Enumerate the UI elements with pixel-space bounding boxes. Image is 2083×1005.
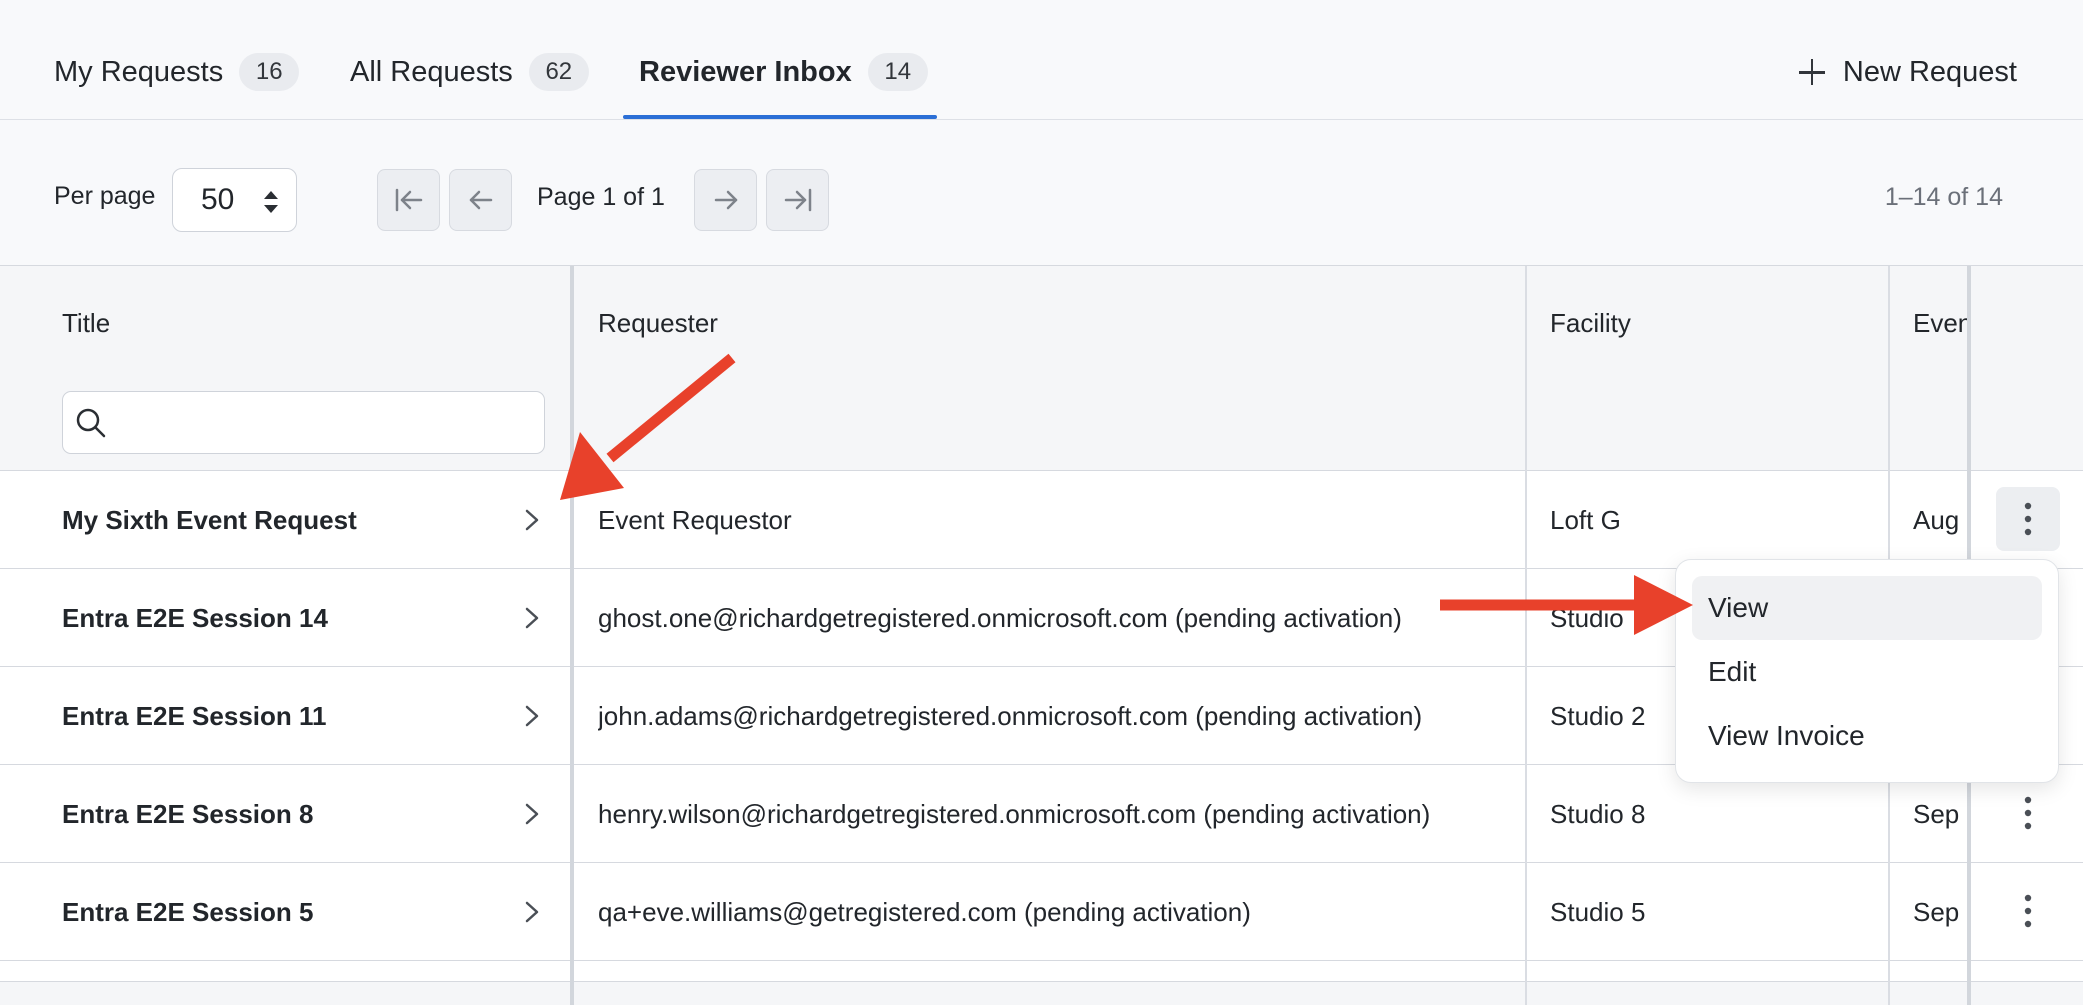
tab-count-badge: 16 [239,53,300,91]
new-request-button[interactable]: New Request [1798,52,2017,92]
kebab-menu-icon [2024,894,2032,928]
column-divider [1525,266,1527,1005]
select-arrows-icon [264,191,278,213]
new-request-label: New Request [1842,55,2017,88]
row-title: My Sixth Event Request [62,504,357,535]
chevron-right-icon[interactable] [522,507,542,533]
tab-label: My Requests [54,55,224,88]
arrow-right-icon [714,190,737,210]
row-title: Entra E2E Session 8 [62,798,314,829]
row-requester: Event Requestor [598,504,792,535]
row-requester: qa+eve.williams@getregistered.com (pendi… [598,896,1251,927]
next-page-button[interactable] [694,169,757,231]
row-title: Entra E2E Session 5 [62,896,314,927]
per-page-value: 50 [201,183,235,216]
kebab-menu-icon [2024,502,2032,536]
menu-item-view-invoice[interactable]: View Invoice [1692,704,2042,768]
table-row-partial [0,981,2083,1005]
pagination-toolbar: Per page 50 Page 1 of 1 1–14 of 14 [0,120,2083,266]
row-event-date: Aug [1913,504,1960,535]
row-actions-button[interactable] [1996,487,2060,551]
column-header-facility[interactable]: Facility [1550,308,1631,339]
chevron-right-icon[interactable] [522,801,542,827]
table-row[interactable]: My Sixth Event Request Event Requestor L… [0,471,2083,569]
tab-count-badge: 62 [528,53,589,91]
column-resize-handle[interactable] [570,266,574,1005]
arrow-left-icon [469,190,492,210]
row-facility: Loft G [1550,504,1621,535]
tab-reviewer-inbox[interactable]: Reviewer Inbox 14 [639,52,928,92]
column-header-requester[interactable]: Requester [598,308,718,339]
column-header-event[interactable]: Even [1913,308,1967,339]
row-requester: john.adams@richardgetregistered.onmicros… [598,700,1423,731]
tab-all-requests[interactable]: All Requests 62 [350,52,589,92]
search-icon [76,408,106,438]
prev-page-button[interactable] [449,169,512,231]
title-filter-input[interactable] [62,391,545,454]
chevron-right-icon[interactable] [522,899,542,925]
per-page-select[interactable]: 50 [172,168,297,232]
first-page-button[interactable] [377,169,440,231]
first-page-icon [395,188,422,212]
row-facility: Studio 2 [1550,700,1646,731]
kebab-menu-icon [2024,796,2032,830]
tab-bar: My Requests 16 All Requests 62 Reviewer … [0,0,2083,120]
row-title: Entra E2E Session 14 [62,602,328,633]
chevron-right-icon[interactable] [522,605,542,631]
menu-item-view[interactable]: View [1692,576,2042,640]
tab-my-requests[interactable]: My Requests 16 [54,52,300,92]
row-requester: henry.wilson@richardgetregistered.onmicr… [598,798,1431,829]
result-range: 1–14 of 14 [1884,183,2003,211]
row-event-date: Sep [1913,896,1960,927]
column-header-title[interactable]: Title [62,308,110,339]
page-indicator: Page 1 of 1 [537,183,665,211]
chevron-right-icon[interactable] [522,703,542,729]
row-actions-button[interactable] [1996,879,2060,943]
per-page-label: Per page [54,182,156,210]
tab-label: Reviewer Inbox [639,55,852,88]
last-page-icon [784,188,811,212]
tab-label: All Requests [350,55,513,88]
row-actions-button[interactable] [1996,781,2060,845]
plus-icon [1798,59,1825,85]
active-tab-indicator [623,115,937,119]
row-facility: Studio [1550,602,1624,633]
row-title: Entra E2E Session 11 [62,700,327,731]
row-requester: ghost.one@richardgetregistered.onmicroso… [598,602,1402,633]
table-row[interactable]: Entra E2E Session 5 qa+eve.williams@getr… [0,863,2083,961]
tab-count-badge: 14 [867,53,928,91]
row-facility: Studio 5 [1550,896,1646,927]
menu-item-edit[interactable]: Edit [1692,640,2042,704]
last-page-button[interactable] [766,169,829,231]
table-header: Title Requester Facility Even [0,266,2083,471]
row-actions-menu: View Edit View Invoice [1675,559,2059,783]
row-facility: Studio 8 [1550,798,1646,829]
